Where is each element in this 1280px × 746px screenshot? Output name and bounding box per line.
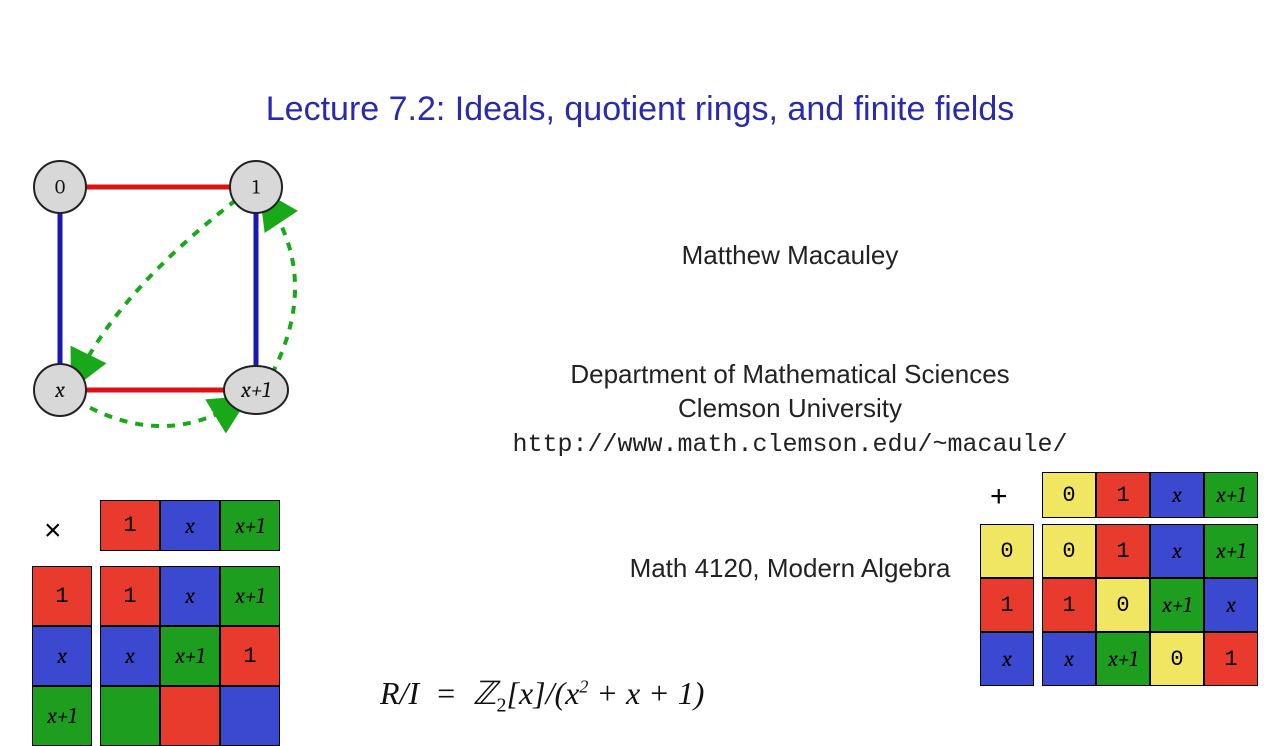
homepage-url: http://www.math.clemson.edu/~macaule/: [512, 430, 1067, 459]
add-row-label: 1: [980, 578, 1034, 632]
cayley-graph: 0 1 x x+1: [20, 150, 300, 440]
mul-op: ×: [44, 514, 62, 548]
mul-row-label: x+1: [32, 686, 92, 746]
add-cell: 1: [1204, 632, 1258, 686]
node-x: x: [34, 364, 86, 416]
mul-cell: x: [100, 626, 160, 686]
mul-header-cell: x: [160, 500, 220, 551]
add-cell: x: [1204, 578, 1258, 632]
node-xp1: x+1: [224, 366, 288, 414]
lecture-title: Lecture 7.2: Ideals, quotient rings, and…: [0, 90, 1280, 129]
affiliation-block: Department of Mathematical Sciences Clem…: [300, 358, 1280, 461]
mul-row-label: x: [32, 626, 92, 686]
mul-header-cell: x+1: [220, 500, 280, 551]
add-row-label: x: [980, 632, 1034, 686]
add-cell: 0: [1042, 524, 1096, 578]
dept-line1: Department of Mathematical Sciences: [570, 359, 1009, 389]
svg-text:0: 0: [55, 176, 65, 199]
add-header-cell: 1: [1096, 472, 1150, 518]
dept-line2: Clemson University: [678, 393, 902, 423]
svg-text:1: 1: [252, 176, 260, 199]
edge-1-to-x: [78, 200, 236, 376]
add-table: + 01xx+1001xx+1110x+1xxxx+101: [980, 472, 1258, 686]
add-cell: x+1: [1150, 578, 1204, 632]
author: Matthew Macauley: [300, 240, 1280, 271]
svg-text:x: x: [54, 377, 65, 403]
edge-x-to-xp1: [76, 400, 236, 426]
quotient-formula: R/I = ℤ2[x]/(x2 + x + 1): [380, 674, 704, 717]
add-op: +: [990, 480, 1008, 514]
mul-cell: [100, 686, 160, 746]
add-cell: 1: [1042, 578, 1096, 632]
add-cell: x: [1042, 632, 1096, 686]
mul-row-label: 1: [32, 566, 92, 626]
edge-xp1-to-1: [268, 202, 295, 374]
mul-table: × 1xx+111xx+1xxx+11x+1: [32, 500, 280, 746]
mul-header-cell: 1: [100, 500, 160, 551]
add-row-label: 0: [980, 524, 1034, 578]
mul-cell: x+1: [220, 566, 280, 626]
add-cell: x+1: [1204, 524, 1258, 578]
mul-cell: x+1: [160, 626, 220, 686]
add-cell: 1: [1096, 524, 1150, 578]
node-1: 1: [230, 161, 282, 213]
add-header-cell: 0: [1042, 472, 1096, 518]
add-header-cell: x: [1150, 472, 1204, 518]
add-header-cell: x+1: [1204, 472, 1258, 518]
mul-cell: 1: [100, 566, 160, 626]
mul-cell: x: [160, 566, 220, 626]
mul-cell: 1: [220, 626, 280, 686]
add-cell: x: [1150, 524, 1204, 578]
add-cell: x+1: [1096, 632, 1150, 686]
mul-cell: [220, 686, 280, 746]
add-cell: 0: [1150, 632, 1204, 686]
node-0: 0: [34, 161, 86, 213]
svg-text:x+1: x+1: [240, 377, 271, 403]
add-cell: 0: [1096, 578, 1150, 632]
mul-cell: [160, 686, 220, 746]
